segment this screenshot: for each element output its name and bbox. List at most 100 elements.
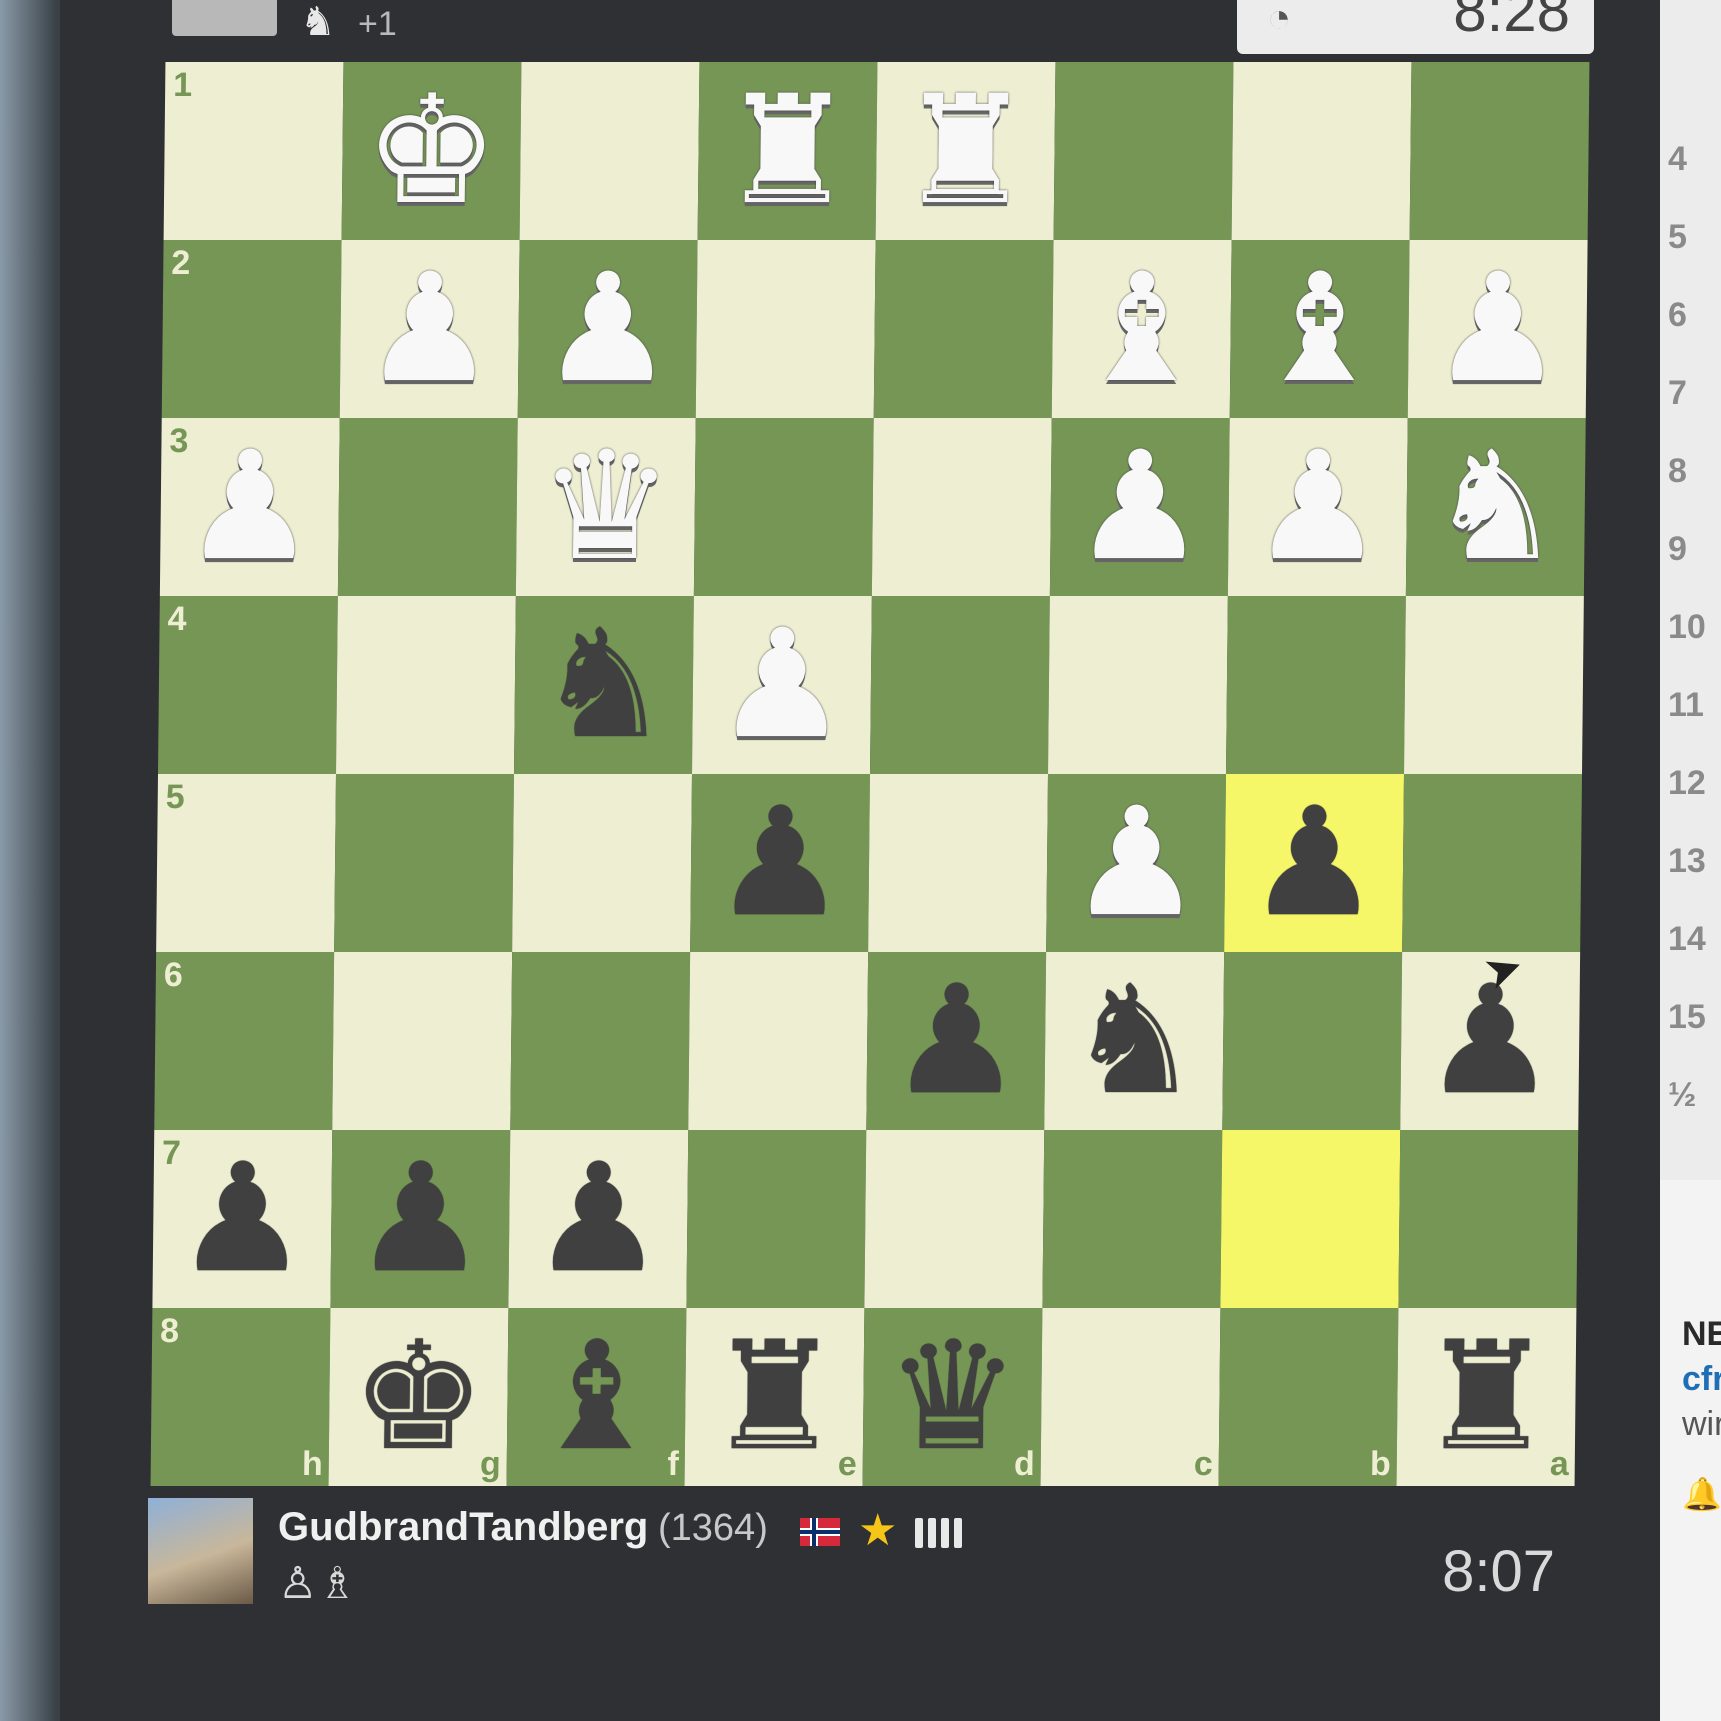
square-d6[interactable]: ♟: [866, 952, 1047, 1130]
chess-board[interactable]: 1 ♚ ♜ ♜ 2 ♟ ♟ ♝ ♝ ♟ 3 ♟ ♛ ♟ ♟ ♞ 4 ♞ ♟ 5 ♟ ♟ ♟ 6 ♟ ♞ ♟ 7 ♟ ♟ ♟ 8 h g ♚ f ♝ e ♜ d…: [150, 62, 1590, 1486]
square-d8[interactable]: d ♛: [862, 1308, 1043, 1486]
white-piece[interactable]: ♝: [1073, 242, 1209, 416]
square-c2[interactable]: ♝: [1051, 240, 1232, 418]
square-d3[interactable]: [871, 418, 1052, 596]
square-h2[interactable]: 2: [161, 240, 342, 418]
bell-icon[interactable]: 🔔: [1682, 1475, 1721, 1513]
move-number[interactable]: 9: [1668, 530, 1687, 569]
square-d2[interactable]: [873, 240, 1054, 418]
square-b1[interactable]: [1231, 62, 1412, 240]
square-f3[interactable]: ♛: [515, 418, 696, 596]
square-f4[interactable]: ♞: [514, 596, 694, 774]
square-e3[interactable]: [693, 418, 874, 596]
square-e1[interactable]: ♜: [697, 62, 878, 240]
white-piece[interactable]: ♟: [1072, 420, 1208, 594]
white-piece[interactable]: ♝: [1251, 242, 1387, 416]
black-piece[interactable]: ♜: [706, 1310, 842, 1484]
black-piece[interactable]: ♛: [884, 1310, 1020, 1484]
black-piece[interactable]: ♝: [528, 1310, 664, 1484]
square-f2[interactable]: ♟: [517, 240, 698, 418]
square-c3[interactable]: ♟: [1049, 418, 1230, 596]
square-g1[interactable]: ♚: [341, 62, 522, 240]
square-c5[interactable]: ♟: [1046, 774, 1226, 952]
square-g7[interactable]: ♟: [330, 1130, 511, 1308]
square-g2[interactable]: ♟: [339, 240, 520, 418]
white-piece[interactable]: ♛: [538, 420, 674, 594]
square-c6[interactable]: ♞: [1044, 952, 1225, 1130]
square-h7[interactable]: 7 ♟: [152, 1130, 333, 1308]
black-piece[interactable]: ♜: [1418, 1310, 1554, 1484]
square-e6[interactable]: [688, 952, 869, 1130]
square-b8[interactable]: b: [1218, 1308, 1399, 1486]
move-number[interactable]: 8: [1668, 452, 1687, 491]
square-c8[interactable]: c: [1040, 1308, 1221, 1486]
white-piece[interactable]: ♟: [1068, 776, 1204, 950]
white-piece[interactable]: ♟: [539, 242, 675, 416]
move-number[interactable]: 15: [1668, 998, 1706, 1037]
move-number[interactable]: 12: [1668, 764, 1706, 803]
square-c1[interactable]: [1053, 62, 1234, 240]
move-number[interactable]: 11: [1668, 686, 1704, 725]
square-d7[interactable]: [864, 1130, 1045, 1308]
move-number[interactable]: 5: [1668, 218, 1687, 257]
square-a4[interactable]: [1404, 596, 1584, 774]
square-g3[interactable]: [337, 418, 518, 596]
square-h1[interactable]: 1: [163, 62, 344, 240]
white-piece[interactable]: ♞: [1428, 420, 1564, 594]
black-piece[interactable]: ♟: [174, 1132, 310, 1306]
square-h4[interactable]: 4: [158, 596, 338, 774]
square-b7[interactable]: [1220, 1130, 1401, 1308]
square-g8[interactable]: g ♚: [328, 1308, 509, 1486]
square-e8[interactable]: e ♜: [684, 1308, 865, 1486]
square-e4[interactable]: ♟: [692, 596, 872, 774]
square-f5[interactable]: [512, 774, 692, 952]
move-number[interactable]: 13: [1668, 842, 1706, 881]
black-piece[interactable]: ♟: [712, 776, 848, 950]
news-link[interactable]: cfr: [1682, 1360, 1721, 1399]
white-piece[interactable]: ♟: [1429, 242, 1565, 416]
move-number[interactable]: ½: [1668, 1076, 1696, 1115]
square-b6[interactable]: [1222, 952, 1403, 1130]
black-piece[interactable]: ♞: [1066, 954, 1202, 1128]
square-h3[interactable]: 3 ♟: [159, 418, 340, 596]
square-c4[interactable]: [1048, 596, 1228, 774]
square-g5[interactable]: [334, 774, 514, 952]
square-a8[interactable]: a ♜: [1396, 1308, 1577, 1486]
square-b4[interactable]: [1226, 596, 1406, 774]
square-a2[interactable]: ♟: [1407, 240, 1588, 418]
square-a3[interactable]: ♞: [1405, 418, 1586, 596]
black-piece[interactable]: ♞: [536, 598, 672, 772]
move-number[interactable]: 14: [1668, 920, 1706, 959]
avatar[interactable]: [148, 1498, 253, 1604]
square-b2[interactable]: ♝: [1229, 240, 1410, 418]
square-a7[interactable]: [1398, 1130, 1579, 1308]
square-a5[interactable]: [1402, 774, 1582, 952]
move-number[interactable]: 4: [1668, 140, 1687, 179]
square-g6[interactable]: [332, 952, 513, 1130]
square-e2[interactable]: [695, 240, 876, 418]
white-piece[interactable]: ♜: [719, 64, 855, 238]
move-number[interactable]: 6: [1668, 296, 1687, 335]
black-piece[interactable]: ♟: [1246, 776, 1382, 950]
player-name[interactable]: GudbrandTandberg: [278, 1505, 648, 1550]
square-a1[interactable]: [1409, 62, 1590, 240]
square-f6[interactable]: [510, 952, 691, 1130]
white-piece[interactable]: ♚: [363, 64, 499, 238]
square-d5[interactable]: [868, 774, 1048, 952]
white-piece[interactable]: ♜: [897, 64, 1033, 238]
square-e5[interactable]: ♟: [690, 774, 870, 952]
square-h5[interactable]: 5: [156, 774, 336, 952]
square-g4[interactable]: [336, 596, 516, 774]
black-piece[interactable]: ♚: [350, 1310, 486, 1484]
move-number[interactable]: 10: [1668, 608, 1706, 647]
white-piece[interactable]: ♟: [182, 420, 318, 594]
square-h8[interactable]: 8h: [150, 1308, 331, 1486]
square-f7[interactable]: ♟: [508, 1130, 689, 1308]
move-number[interactable]: 7: [1668, 374, 1687, 413]
square-f8[interactable]: f ♝: [506, 1308, 687, 1486]
square-d4[interactable]: [870, 596, 1050, 774]
square-d1[interactable]: ♜: [875, 62, 1056, 240]
black-piece[interactable]: ♟: [530, 1132, 666, 1306]
white-piece[interactable]: ♟: [361, 242, 497, 416]
opponent-avatar[interactable]: [172, 0, 277, 36]
